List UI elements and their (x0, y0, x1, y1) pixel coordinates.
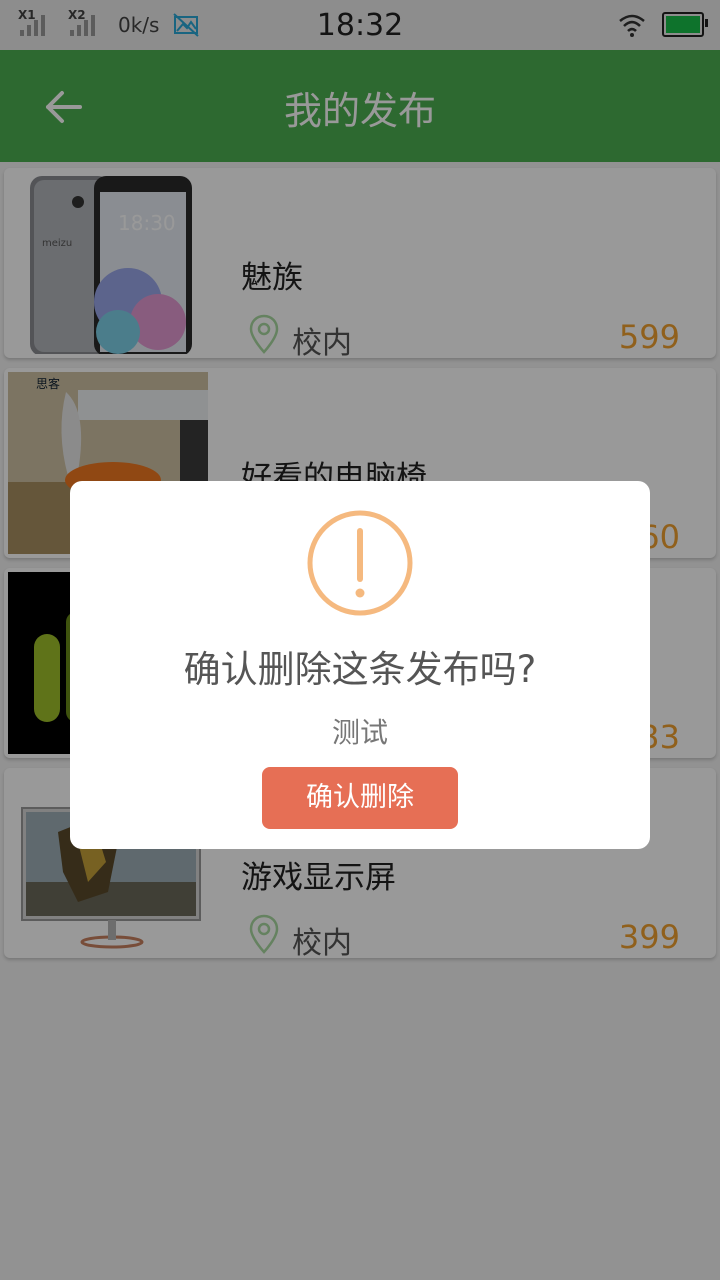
warning-icon (307, 510, 413, 616)
delete-confirm-dialog: 确认删除这条发布吗? 测试 确认删除 (70, 481, 650, 849)
confirm-delete-button[interactable]: 确认删除 (262, 767, 458, 829)
dialog-message: 测试 (331, 716, 388, 749)
dialog-title: 确认删除这条发布吗? (183, 648, 537, 691)
